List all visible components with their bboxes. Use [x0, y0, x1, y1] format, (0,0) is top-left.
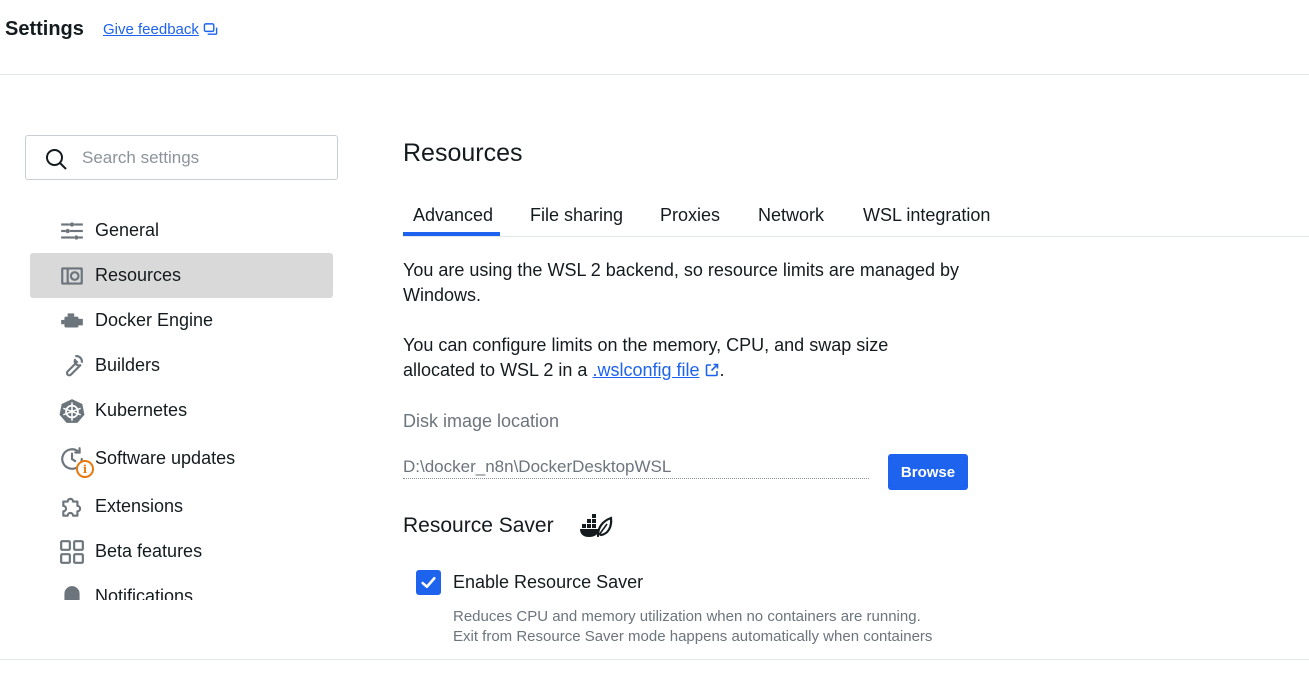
checkmark-icon: [421, 576, 436, 589]
page-title: Resources: [403, 139, 523, 167]
sidebar-item-label: Builders: [95, 355, 161, 375]
footer-divider: [0, 659, 1309, 660]
wrench-icon: [58, 352, 86, 380]
wsl-notice-line-2: Windows.: [403, 285, 482, 305]
config-line-1: You can configure limits on the memory, …: [403, 335, 889, 355]
sidebar-item-extensions[interactable]: Extensions: [30, 484, 333, 529]
browse-button[interactable]: Browse: [888, 454, 968, 490]
resources-icon: [58, 262, 86, 290]
sidebar-item-builders[interactable]: Builders: [30, 343, 333, 388]
sidebar-item-kubernetes[interactable]: Kubernetes: [30, 388, 333, 433]
config-line-2: allocated to WSL 2 in a .wslconfig file.: [403, 358, 983, 383]
sidebar-item-notifications[interactable]: Notifications: [30, 574, 333, 600]
wslconfig-link-text: .wslconfig file: [592, 360, 700, 380]
tab-bar: Advanced File sharing Proxies Network WS…: [403, 196, 1309, 237]
sliders-icon: [58, 217, 86, 245]
sidebar-item-label: Resources: [95, 265, 182, 285]
give-feedback-label: Give feedback: [103, 21, 199, 38]
update-info-badge: i: [76, 460, 94, 478]
engine-icon: [58, 307, 86, 335]
sidebar-item-label: Notifications: [95, 586, 194, 600]
wsl-backend-notice: You are using the WSL 2 backend, so reso…: [403, 258, 983, 308]
sidebar-item-label: Software updates: [95, 448, 236, 468]
disk-image-location-label: Disk image location: [403, 411, 560, 431]
sidebar-item-resources[interactable]: Resources: [30, 253, 333, 298]
tab-file-sharing[interactable]: File sharing: [530, 205, 623, 226]
tab-wsl-integration[interactable]: WSL integration: [863, 205, 990, 226]
config-line-suffix: .: [719, 360, 725, 380]
sidebar-item-label: General: [95, 220, 160, 240]
wslconfig-link[interactable]: .wslconfig file: [592, 360, 719, 380]
sidebar-item-docker-engine[interactable]: Docker Engine: [30, 298, 333, 343]
sidebar-nav: General Resources Docker Engine Builders…: [30, 208, 333, 600]
bell-icon: [58, 583, 86, 600]
feedback-icon: [203, 23, 218, 35]
config-line-prefix: allocated to WSL 2 in a: [403, 360, 593, 380]
wsl-notice-line-1: You are using the WSL 2 backend, so reso…: [403, 260, 959, 280]
sidebar-item-software-updates[interactable]: i Software updates: [30, 436, 333, 481]
tab-advanced[interactable]: Advanced: [413, 205, 493, 226]
grid-icon: [58, 538, 86, 566]
disk-image-path-field[interactable]: D:\docker_n8n\DockerDesktopWSL: [403, 455, 869, 479]
enable-resource-saver-checkbox[interactable]: [416, 570, 441, 595]
search-icon: [46, 149, 67, 170]
sidebar-item-beta-features[interactable]: Beta features: [30, 529, 333, 574]
sidebar-item-general[interactable]: General: [30, 208, 333, 253]
resource-saver-title: Resource Saver: [403, 514, 554, 537]
sidebar-item-label: Docker Engine: [95, 310, 214, 330]
tab-proxies[interactable]: Proxies: [660, 205, 720, 226]
page-header-title: Settings: [5, 18, 84, 40]
external-link-icon: [705, 363, 718, 377]
docker-leaf-icon: [580, 514, 613, 538]
sidebar-item-label: Extensions: [95, 496, 184, 516]
search-box[interactable]: [25, 135, 338, 180]
sidebar-item-label: Beta features: [95, 541, 203, 561]
tab-network[interactable]: Network: [758, 205, 824, 226]
active-tab-indicator: [403, 232, 500, 236]
helm-icon: [58, 397, 86, 425]
search-input[interactable]: [82, 144, 322, 172]
resource-saver-help-line-1: Reduces CPU and memory utilization when …: [453, 608, 921, 625]
settings-header: Settings Give feedback: [0, 0, 1309, 75]
enable-resource-saver-label: Enable Resource Saver: [453, 572, 644, 592]
puzzle-icon: [58, 493, 86, 521]
sidebar-item-label: Kubernetes: [95, 400, 188, 420]
give-feedback-link[interactable]: Give feedback: [103, 21, 218, 38]
resource-saver-help-line-2: Exit from Resource Saver mode happens au…: [453, 628, 933, 645]
wslconfig-notice: You can configure limits on the memory, …: [403, 333, 983, 383]
